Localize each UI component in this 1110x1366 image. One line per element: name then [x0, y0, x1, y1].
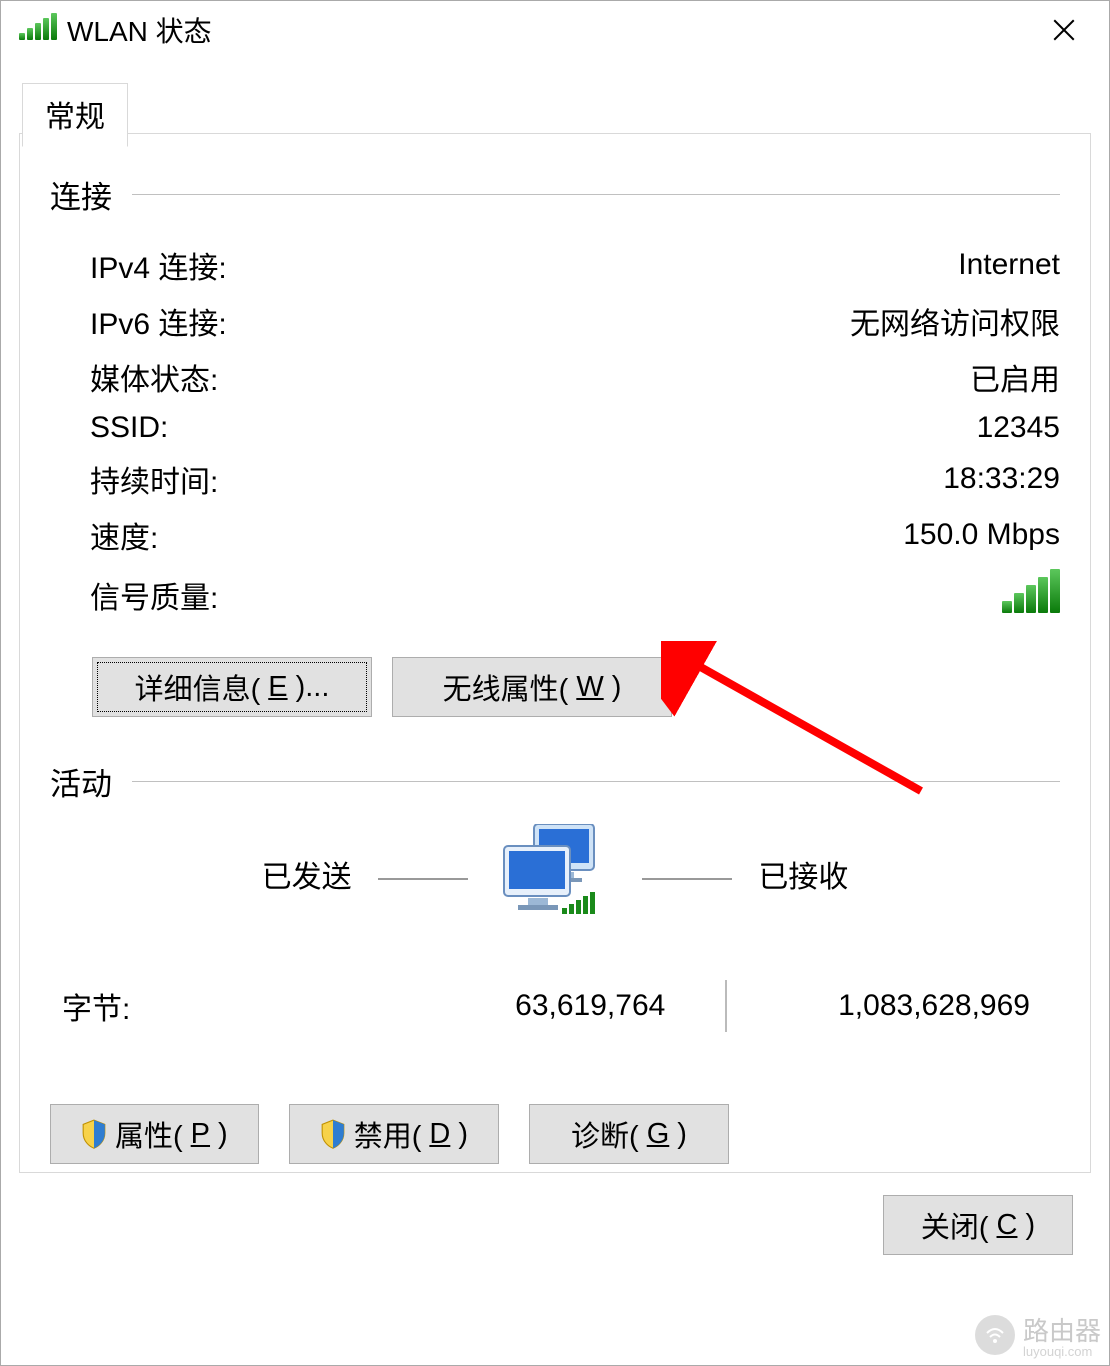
properties-button[interactable]: 属性(P) — [50, 1104, 259, 1164]
bytes-label: 字节: — [60, 984, 393, 1028]
connection-buttons: 详细信息(E)... 无线属性(W) — [50, 637, 1060, 717]
shield-icon — [81, 1119, 107, 1149]
watermark-text-wrap: 路由器 luyouqi.com — [1023, 1311, 1101, 1359]
tab-strip: 常规 — [19, 83, 1091, 133]
connection-block: IPv4 连接: Internet IPv6 连接: 无网络访问权限 媒体状态:… — [50, 237, 1060, 627]
disable-prefix: 禁用( — [354, 1113, 422, 1155]
diagnose-button[interactable]: 诊断(G) — [529, 1104, 729, 1164]
tab-panel-general: 连接 IPv4 连接: Internet IPv6 连接: 无网络访问权限 媒体… — [19, 133, 1091, 1173]
media-value: 已启用 — [970, 355, 1060, 399]
titlebar-left: WLAN 状态 — [19, 10, 212, 50]
details-button-suffix: )... — [296, 671, 330, 704]
disable-button[interactable]: 禁用(D) — [289, 1104, 499, 1164]
duration-value: 18:33:29 — [943, 462, 1060, 496]
wireless-properties-button[interactable]: 无线属性(W) — [392, 657, 672, 717]
section-connection-head: 连接 — [50, 172, 1060, 217]
sent-label: 已发送 — [262, 861, 352, 894]
line-segment — [642, 878, 732, 880]
section-connection-title: 连接 — [50, 172, 112, 217]
activity-section: 活动 已发送 — [50, 759, 1060, 1164]
ipv6-value: 无网络访问权限 — [850, 299, 1060, 343]
wifi-signal-icon — [19, 13, 57, 48]
row-ssid: SSID: 12345 — [90, 405, 1060, 451]
line-segment — [378, 878, 468, 880]
window-close-button[interactable] — [1019, 1, 1109, 59]
dialog-window: WLAN 状态 常规 连接 IPv4 连接: Internet IPv6 连接:… — [0, 0, 1110, 1366]
activity-sent-side: 已发送 — [94, 852, 500, 896]
watermark: 路由器 luyouqi.com — [975, 1311, 1101, 1359]
row-duration: 持续时间: 18:33:29 — [90, 451, 1060, 507]
row-ipv4: IPv4 连接: Internet — [90, 237, 1060, 293]
ipv4-value: Internet — [958, 248, 1060, 282]
properties-prefix: 属性( — [115, 1113, 183, 1155]
section-activity-title: 活动 — [50, 759, 112, 804]
titlebar: WLAN 状态 — [1, 1, 1109, 59]
wireless-button-prefix: 无线属性( — [443, 666, 569, 708]
properties-suffix: ) — [218, 1118, 228, 1151]
network-monitors-icon — [500, 824, 610, 924]
close-key: C — [997, 1209, 1018, 1242]
details-button[interactable]: 详细信息(E)... — [92, 657, 372, 717]
diagnose-suffix: ) — [677, 1118, 687, 1151]
watermark-subtext: luyouqi.com — [1023, 1344, 1101, 1359]
speed-label: 速度: — [90, 513, 158, 557]
ssid-label: SSID: — [90, 411, 168, 445]
row-ipv6: IPv6 连接: 无网络访问权限 — [90, 293, 1060, 349]
wireless-button-suffix: ) — [612, 671, 622, 704]
close-prefix: 关闭( — [921, 1204, 989, 1246]
signal-label: 信号质量: — [90, 573, 218, 617]
tab-general-label: 常规 — [45, 101, 105, 134]
disable-key: D — [429, 1118, 450, 1151]
diagnose-key: G — [647, 1118, 670, 1151]
bytes-sent-value: 63,619,764 — [393, 989, 726, 1023]
divider — [132, 194, 1060, 195]
window-title: WLAN 状态 — [67, 10, 212, 50]
details-button-key: E — [268, 671, 287, 704]
tab-general[interactable]: 常规 — [22, 83, 128, 147]
watermark-text: 路由器 — [1023, 1316, 1101, 1346]
wireless-button-key: W — [576, 671, 603, 704]
bytes-recv-value: 1,083,628,969 — [727, 989, 1060, 1023]
watermark-icon — [975, 1315, 1015, 1355]
duration-label: 持续时间: — [90, 457, 218, 501]
close-icon — [1051, 17, 1077, 43]
row-speed: 速度: 150.0 Mbps — [90, 507, 1060, 563]
ssid-value: 12345 — [977, 411, 1060, 445]
row-signal: 信号质量: — [90, 563, 1060, 627]
divider — [132, 781, 1060, 782]
speed-value: 150.0 Mbps — [903, 518, 1060, 552]
properties-key: P — [191, 1118, 210, 1151]
section-activity-head: 活动 — [50, 759, 1060, 804]
recv-label: 已接收 — [758, 861, 848, 894]
close-suffix: ) — [1025, 1209, 1035, 1242]
close-button[interactable]: 关闭(C) — [883, 1195, 1073, 1255]
shield-icon — [320, 1119, 346, 1149]
row-media: 媒体状态: 已启用 — [90, 349, 1060, 405]
dialog-footer: 关闭(C) — [1, 1173, 1109, 1255]
details-button-prefix: 详细信息( — [135, 666, 261, 708]
bytes-row: 字节: 63,619,764 1,083,628,969 — [50, 980, 1060, 1032]
media-label: 媒体状态: — [90, 355, 218, 399]
diagnose-prefix: 诊断( — [571, 1113, 639, 1155]
activity-buttons: 属性(P) 禁用(D) 诊断(G) — [50, 1104, 1060, 1164]
ipv4-label: IPv4 连接: — [90, 243, 227, 287]
activity-recv-side: 已接收 — [610, 852, 1016, 896]
disable-suffix: ) — [458, 1118, 468, 1151]
activity-diagram: 已发送 — [50, 824, 1060, 924]
signal-quality-icon — [1002, 569, 1060, 621]
ipv6-label: IPv6 连接: — [90, 299, 227, 343]
